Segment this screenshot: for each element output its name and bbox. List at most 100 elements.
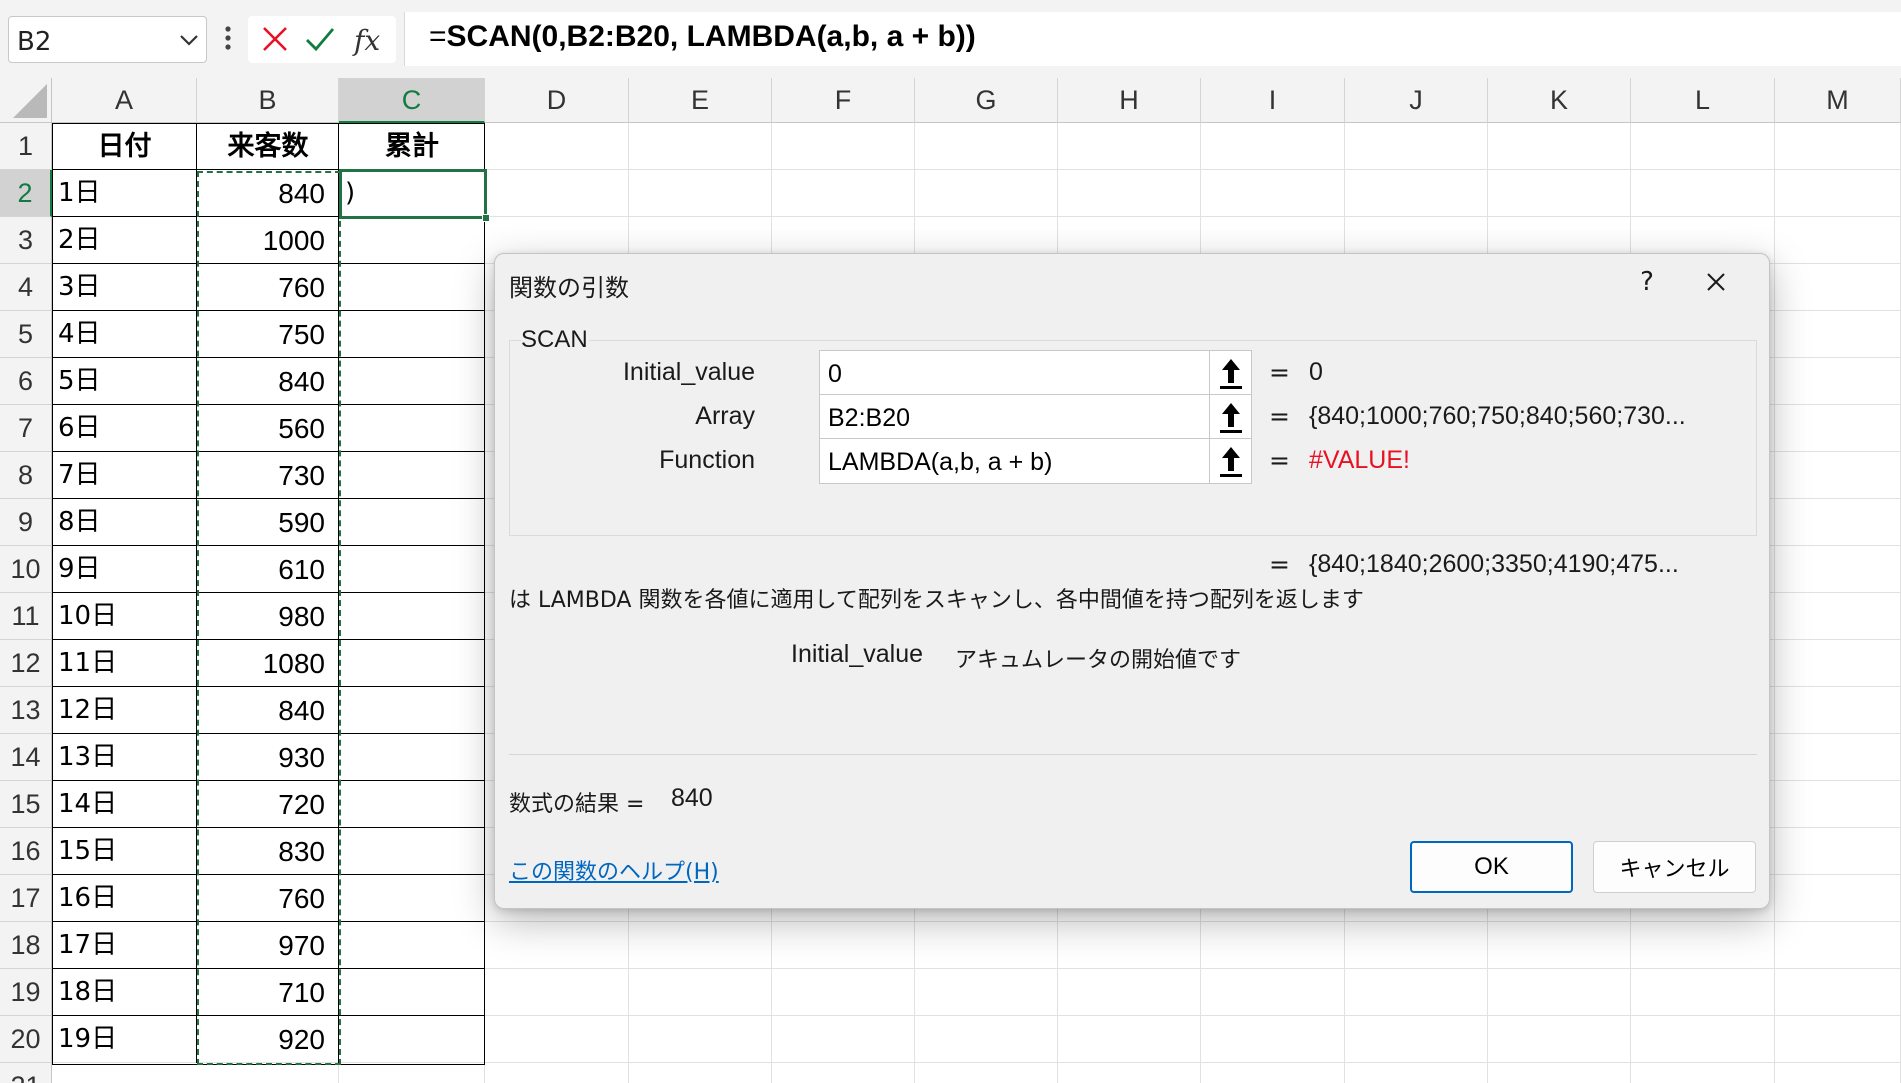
insert-function-icon[interactable]: fx xyxy=(352,22,388,58)
collapse-dialog-button[interactable] xyxy=(1209,439,1251,483)
date-cell[interactable]: 2日 xyxy=(52,217,197,264)
row-header-7[interactable]: 7 xyxy=(0,405,52,452)
column-header-i[interactable]: I xyxy=(1201,78,1345,123)
row-header-17[interactable]: 17 xyxy=(0,875,52,922)
date-cell[interactable]: 16日 xyxy=(52,875,197,922)
fill-handle[interactable] xyxy=(482,214,490,222)
header-cell[interactable]: 累計 xyxy=(339,123,485,170)
formula-result-label: 数式の結果 = xyxy=(509,792,645,817)
arg-input-value: B2:B20 xyxy=(828,404,911,432)
close-icon[interactable] xyxy=(1691,262,1741,302)
column-header-c[interactable]: C xyxy=(339,78,485,123)
arg-equals: = xyxy=(1269,446,1290,475)
date-cell[interactable]: 13日 xyxy=(52,734,197,781)
date-cell[interactable]: 1日 xyxy=(52,170,197,217)
function-help-link[interactable]: この関数のヘルプ(H) xyxy=(509,854,719,886)
row-header-1[interactable]: 1 xyxy=(0,123,52,170)
ok-button[interactable]: OK xyxy=(1410,841,1573,893)
date-cell[interactable]: 17日 xyxy=(52,922,197,969)
row-header-18[interactable]: 18 xyxy=(0,922,52,969)
cancel-icon[interactable] xyxy=(260,24,290,54)
column-header-f[interactable]: F xyxy=(772,78,915,123)
date-cell[interactable]: 19日 xyxy=(52,1016,197,1063)
row-header-21[interactable]: 21 xyxy=(0,1063,52,1083)
row-header-3[interactable]: 3 xyxy=(0,217,52,264)
column-header-h[interactable]: H xyxy=(1058,78,1201,123)
row-header-20[interactable]: 20 xyxy=(0,1016,52,1063)
row-header-11[interactable]: 11 xyxy=(0,593,52,640)
copy-marquee xyxy=(197,171,341,1065)
date-cell[interactable]: 14日 xyxy=(52,781,197,828)
formula-prefix: = xyxy=(429,20,447,53)
collapse-dialog-button[interactable] xyxy=(1209,395,1251,439)
row-header-8[interactable]: 8 xyxy=(0,452,52,499)
param-description: アキュムレータの開始値です xyxy=(955,648,1242,673)
date-cell[interactable]: 9日 xyxy=(52,546,197,593)
row-header-9[interactable]: 9 xyxy=(0,499,52,546)
row-header-4[interactable]: 4 xyxy=(0,264,52,311)
row-header-16[interactable]: 16 xyxy=(0,828,52,875)
select-all-button[interactable] xyxy=(0,78,52,123)
column-header-m[interactable]: M xyxy=(1775,78,1901,123)
arg-input-value: 0 xyxy=(828,360,842,388)
formula-bar-buttons: fx xyxy=(248,16,396,63)
row-header-6[interactable]: 6 xyxy=(0,358,52,405)
help-button[interactable]: ? xyxy=(1622,262,1672,302)
name-box[interactable]: B2 xyxy=(8,16,207,63)
date-cell[interactable]: 4日 xyxy=(52,311,197,358)
collapse-dialog-button[interactable] xyxy=(1209,351,1251,395)
formula-result-value: 840 xyxy=(671,784,713,812)
arg-input-array[interactable]: B2:B20 xyxy=(819,394,1252,440)
upload-arrow-icon xyxy=(1220,403,1242,433)
overall-equals: = xyxy=(1269,550,1290,579)
column-header-d[interactable]: D xyxy=(485,78,629,123)
arg-input-initial-value[interactable]: 0 xyxy=(819,350,1252,396)
group-border xyxy=(589,340,1757,341)
cancel-button[interactable]: キャンセル xyxy=(1593,841,1756,893)
gridline xyxy=(484,123,485,1083)
column-header-b[interactable]: B xyxy=(197,78,339,123)
date-cell[interactable]: 5日 xyxy=(52,358,197,405)
function-name: SCAN xyxy=(521,326,588,353)
date-cell[interactable]: 12日 xyxy=(52,687,197,734)
svg-text:fx: fx xyxy=(352,24,380,57)
arg-equals: = xyxy=(1269,358,1290,387)
select-all-icon xyxy=(13,84,47,118)
arg-label-array: Array xyxy=(695,402,755,430)
function-description: は LAMBDA 関数を各値に適用して配列をスキャンし、各中間値を持つ配列を返し… xyxy=(509,588,1364,613)
enter-check-icon[interactable] xyxy=(304,24,336,54)
formula-input[interactable]: =SCAN(0,B2:B20, LAMBDA(a,b, a + b)) xyxy=(404,12,1901,66)
overall-result: {840;1840;2600;3350;4190;475... xyxy=(1309,550,1679,578)
column-header-a[interactable]: A xyxy=(52,78,197,123)
column-header-l[interactable]: L xyxy=(1631,78,1775,123)
row-header-12[interactable]: 12 xyxy=(0,640,52,687)
active-cell-c2[interactable] xyxy=(339,169,487,219)
row-header-13[interactable]: 13 xyxy=(0,687,52,734)
arg-input-function[interactable]: LAMBDA(a,b, a + b) xyxy=(819,438,1252,484)
divider xyxy=(509,754,1757,755)
row-header-10[interactable]: 10 xyxy=(0,546,52,593)
column-header-k[interactable]: K xyxy=(1488,78,1631,123)
column-header-g[interactable]: G xyxy=(915,78,1058,123)
header-cell[interactable]: 日付 xyxy=(52,123,197,170)
date-cell[interactable]: 3日 xyxy=(52,264,197,311)
date-cell[interactable]: 8日 xyxy=(52,499,197,546)
date-cell[interactable]: 7日 xyxy=(52,452,197,499)
date-cell[interactable]: 11日 xyxy=(52,640,197,687)
more-options-icon[interactable] xyxy=(221,20,235,56)
arg-input-value: LAMBDA(a,b, a + b) xyxy=(828,448,1053,476)
date-cell[interactable]: 15日 xyxy=(52,828,197,875)
row-header-15[interactable]: 15 xyxy=(0,781,52,828)
column-header-j[interactable]: J xyxy=(1345,78,1488,123)
row-header-2[interactable]: 2 xyxy=(0,170,52,217)
chevron-down-icon[interactable] xyxy=(178,29,200,51)
header-cell[interactable]: 来客数 xyxy=(197,123,339,170)
date-cell[interactable]: 18日 xyxy=(52,969,197,1016)
date-cell[interactable]: 10日 xyxy=(52,593,197,640)
date-cell[interactable]: 6日 xyxy=(52,405,197,452)
row-header-5[interactable]: 5 xyxy=(0,311,52,358)
column-header-e[interactable]: E xyxy=(629,78,772,123)
row-header-14[interactable]: 14 xyxy=(0,734,52,781)
upload-arrow-icon xyxy=(1220,447,1242,477)
row-header-19[interactable]: 19 xyxy=(0,969,52,1016)
